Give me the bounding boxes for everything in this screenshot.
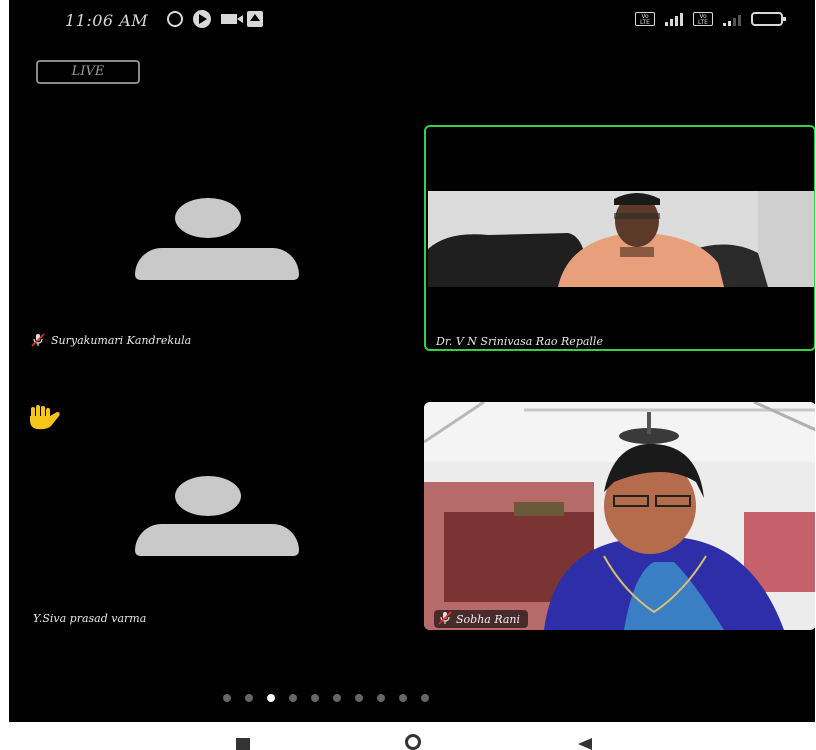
avatar-head (175, 198, 241, 238)
participant-name: Sobha Rani (456, 612, 521, 626)
mic-off-icon (438, 610, 452, 629)
play-icon (193, 10, 211, 28)
volte-icon: Vo LTE (635, 12, 655, 26)
page-dot[interactable] (333, 694, 341, 702)
status-bar: 11:06 AM Vo LTE Vo LTE (9, 0, 815, 40)
avatar-body (135, 524, 299, 556)
page-dot[interactable] (399, 694, 407, 702)
live-badge: LIVE (36, 60, 140, 84)
avatar-head (175, 476, 241, 516)
status-icons-right: Vo LTE Vo LTE (635, 12, 786, 26)
page-dot[interactable] (223, 694, 231, 702)
page-indicator (223, 694, 429, 702)
back-button[interactable] (578, 738, 592, 750)
page-dot[interactable] (311, 694, 319, 702)
participant-tile[interactable]: Suryakumari Kandrekula (9, 120, 419, 352)
upload-icon (247, 11, 263, 27)
signal-icon (665, 12, 683, 26)
signal-icon (723, 12, 741, 26)
participant-name: Dr. V N Srinivasa Rao Repalle (436, 335, 603, 348)
page-dot[interactable] (355, 694, 363, 702)
status-time: 11:06 AM (65, 11, 149, 30)
page-dot[interactable] (245, 694, 253, 702)
status-icons-left (167, 10, 263, 28)
page-dot[interactable] (377, 694, 385, 702)
active-speaker-tile[interactable]: Dr. V N Srinivasa Rao Repalle (424, 125, 815, 351)
recents-button[interactable] (236, 738, 250, 750)
name-label: Sobha Rani (434, 610, 529, 629)
participant-tile[interactable]: Y.Siva prasad varma (9, 400, 419, 630)
mic-off-icon (31, 333, 45, 351)
page-dot[interactable] (421, 694, 429, 702)
avatar-body (135, 248, 299, 280)
video-feed (428, 191, 814, 287)
alarm-icon (167, 11, 183, 27)
volte-icon: Vo LTE (693, 12, 713, 26)
participant-tile[interactable]: Sobha Rani (424, 402, 815, 630)
page-dot-current[interactable] (267, 694, 275, 702)
participant-name: Suryakumari Kandrekula (51, 334, 192, 347)
raised-hand-icon (27, 404, 61, 434)
meeting-screen: 11:06 AM Vo LTE Vo LTE LIVE Suryakumari (9, 0, 815, 722)
page-dot[interactable] (289, 694, 297, 702)
participant-name: Y.Siva prasad varma (33, 612, 147, 625)
battery-icon (751, 12, 786, 26)
video-icon (221, 14, 243, 24)
video-feed (424, 402, 815, 630)
